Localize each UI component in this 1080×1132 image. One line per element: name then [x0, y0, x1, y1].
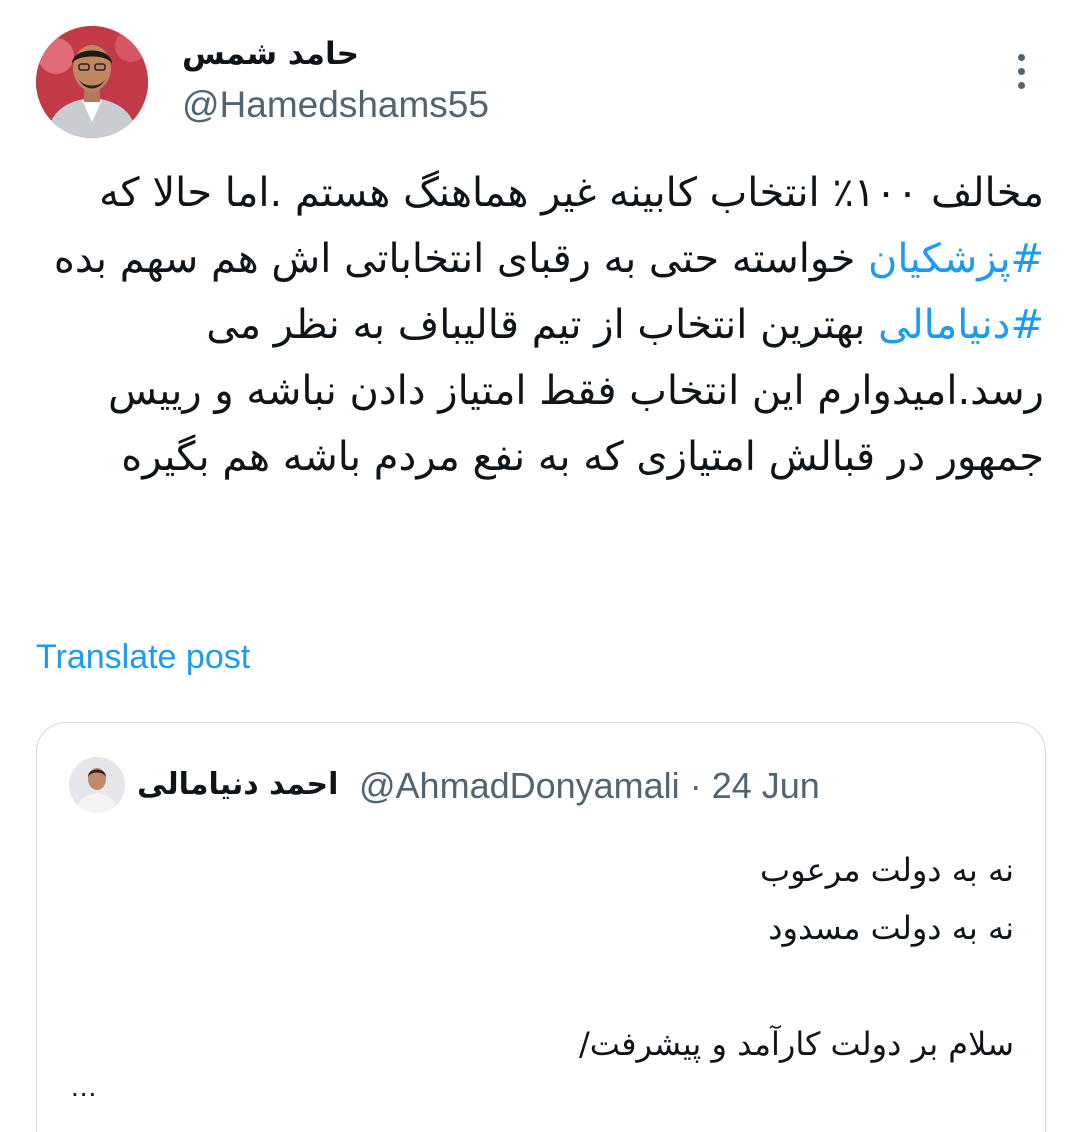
quoted-post-truncation: ...	[71, 1071, 98, 1102]
quoted-author-handle[interactable]: @AhmadDonyamali	[359, 765, 680, 806]
quoted-author-name[interactable]: احمد دنیامالی	[137, 767, 338, 802]
author-avatar[interactable]	[36, 26, 148, 138]
more-vertical-icon-dot	[1018, 82, 1025, 89]
post-text: مخالف ۱۰۰٪ انتخاب کابینه غیر هماهنگ هستم…	[36, 160, 1044, 490]
hashtag-link[interactable]: #دنیامالی	[878, 302, 1044, 348]
author-handle[interactable]: @Hamedshams55	[182, 84, 489, 126]
hashtag-link[interactable]: #پزشکیان	[868, 236, 1044, 282]
more-options-button[interactable]	[1002, 48, 1042, 96]
author-name[interactable]: حامد شمس	[182, 36, 359, 72]
quoted-post-card[interactable]: احمد دنیامالی @AhmadDonyamali · 24 Jun ن…	[36, 722, 1046, 1132]
quoted-post-line	[69, 957, 1014, 1015]
quoted-post-date[interactable]: 24 Jun	[712, 765, 820, 806]
quoted-post-line: نه به دولت مرعوب	[759, 851, 1014, 889]
quoted-author-avatar[interactable]	[69, 757, 125, 813]
quoted-post-text: نه به دولت مرعوب نه به دولت مسدود سلام ب…	[69, 841, 1014, 1073]
meta-separator: ·	[689, 765, 702, 806]
quoted-post-line: نه به دولت مسدود	[768, 909, 1014, 947]
quoted-post-line: سلام بر دولت کارآمد و پیشرفت/	[579, 1025, 1014, 1063]
post-text-part: مخالف ۱۰۰٪ انتخاب کابینه غیر هماهنگ هستم…	[99, 170, 1044, 216]
translate-post-link[interactable]: Translate post	[36, 638, 250, 677]
post: حامد شمس @Hamedshams55 مخالف ۱۰۰٪ انتخاب…	[0, 0, 1080, 1132]
more-vertical-icon-dot	[1018, 68, 1025, 75]
post-text-part: خواسته حتی به رقبای انتخاباتی اش هم سهم …	[53, 236, 869, 282]
more-vertical-icon	[1018, 54, 1025, 61]
quoted-author-meta: @AhmadDonyamali · 24 Jun	[359, 765, 820, 807]
